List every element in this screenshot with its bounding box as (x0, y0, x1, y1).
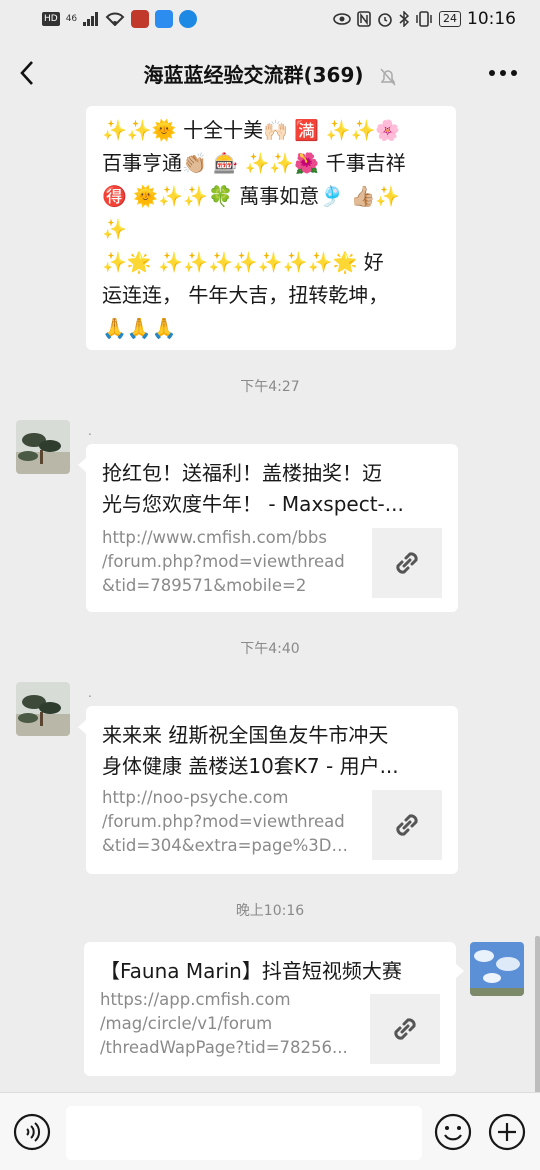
link-url-line: https://app.cmfish.com (100, 990, 291, 1009)
message-timestamp: 晚上10:16 (235, 903, 305, 919)
chat-header: 海蓝蓝经验交流群(369) (0, 40, 540, 106)
message-line: 百事亨通👏🏼 🎰 ✨✨🌺 千事吉祥 (102, 151, 406, 175)
link-title: 抢红包！送福利！盖楼抽奖！迈 光与您欢度牛年！ - Maxspect-... (102, 458, 442, 520)
emoji-icon (434, 1113, 472, 1151)
voice-icon (13, 1113, 51, 1151)
link-thumbnail (370, 994, 440, 1064)
link-card[interactable]: 来来来 纽斯祝全国鱼友牛市冲天 身体健康 盖楼送10套K7 - 用户... ht… (86, 706, 458, 874)
more-functions-button[interactable] (488, 1113, 526, 1151)
message-line: ✨🌟 ✨✨✨✨✨✨✨🌟 好 (102, 250, 384, 274)
avatar-image (16, 420, 70, 474)
link-url-line: /forum.php?mod=viewthread (102, 552, 345, 571)
link-url: http://noo-psyche.com /forum.php?mod=vie… (102, 786, 352, 858)
link-url-line: &tid=789571&mobile=2 (102, 576, 307, 595)
link-title: 【Fauna Marin】抖音短视频大赛 (100, 956, 440, 987)
group-title: 海蓝蓝经验交流群(369) (0, 59, 540, 88)
message-line: 运连连， 牛年大吉，扭转乾坤， (102, 283, 389, 307)
avatar[interactable] (16, 420, 70, 474)
more-horizontal-icon (489, 70, 517, 76)
wifi-icon (105, 12, 125, 26)
app-notification-icon (131, 10, 150, 28)
link-title-line: 抢红包！送福利！盖楼抽奖！迈 (102, 461, 382, 485)
link-thumbnail (372, 790, 442, 860)
app-notification-icon-2 (155, 10, 174, 28)
hd-badge: HD (42, 12, 60, 26)
link-icon (394, 1018, 416, 1040)
avatar-image (16, 682, 70, 736)
bubble-tail (78, 458, 86, 472)
sender-nickname: . (88, 686, 92, 700)
link-icon (396, 552, 418, 574)
scrollbar[interactable] (535, 936, 540, 1092)
bubble-tail (456, 964, 464, 978)
sender-nickname: . (88, 424, 92, 438)
alarm-icon (378, 13, 392, 27)
avatar-image (470, 942, 524, 996)
status-bar: HD 46 24 10:16 (0, 0, 540, 40)
bluetooth-icon (399, 11, 409, 27)
link-title-line: 【Fauna Marin】抖音短视频大赛 (100, 959, 402, 983)
plus-circle-icon (488, 1113, 526, 1151)
link-url: http://www.cmfish.com/bbs /forum.php?mod… (102, 526, 352, 598)
eye-icon (333, 13, 351, 25)
message-timestamp: 下午4:40 (240, 641, 300, 657)
link-title: 来来来 纽斯祝全国鱼友牛市冲天 身体健康 盖楼送10套K7 - 用户... (102, 720, 442, 782)
text-message-bubble[interactable]: ✨✨🌞 十全十美🙌🏻 🈵 ✨✨🌸 百事亨通👏🏼 🎰 ✨✨🌺 千事吉祥 🉐 🌞✨✨… (86, 106, 456, 350)
bubble-tail (78, 720, 86, 734)
link-url-line: http://noo-psyche.com (102, 788, 289, 807)
link-thumbnail (372, 528, 442, 598)
chat-area[interactable]: ✨✨🌞 十全十美🙌🏻 🈵 ✨✨🌸 百事亨通👏🏼 🎰 ✨✨🌺 千事吉祥 🉐 🌞✨✨… (0, 106, 540, 1092)
more-button[interactable] (488, 62, 518, 84)
signal-icon (83, 12, 99, 26)
message-line: ✨✨🌞 十全十美🙌🏻 🈵 ✨✨🌸 (102, 118, 401, 142)
message-line: ✨ (102, 217, 127, 241)
input-bar (0, 1092, 540, 1170)
message-line: 🙏🙏🙏 (102, 316, 177, 340)
avatar[interactable] (16, 682, 70, 736)
link-title-line: 光与您欢度牛年！ - Maxspect-... (102, 492, 404, 516)
status-time: 10:16 (467, 9, 516, 29)
link-url-line: &tid=304&extra=page%3D1... (102, 836, 352, 855)
my-avatar[interactable] (470, 942, 524, 996)
link-card-self[interactable]: 【Fauna Marin】抖音短视频大赛 https://app.cmfish.… (84, 942, 456, 1076)
status-left: HD 46 (42, 10, 198, 28)
network-badge: 46 (65, 14, 78, 24)
battery-indicator: 24 (439, 11, 461, 27)
message-input[interactable] (66, 1106, 422, 1160)
app-notification-icon-3 (179, 10, 198, 28)
status-right: 24 10:16 (333, 9, 516, 29)
nfc-icon (357, 11, 371, 27)
message-line: 🉐 🌞✨✨🍀 萬事如意🎐 👍🏼✨ (102, 184, 401, 208)
emoji-button[interactable] (434, 1113, 472, 1151)
link-url-line: http://www.cmfish.com/bbs (102, 528, 327, 547)
link-url-line: /mag/circle/v1/forum (100, 1014, 273, 1033)
vibrate-icon (416, 11, 432, 27)
group-name: 海蓝蓝经验交流群(369) (143, 63, 364, 87)
link-url: https://app.cmfish.com /mag/circle/v1/fo… (100, 988, 350, 1060)
message-timestamp: 下午4:27 (240, 379, 300, 395)
link-title-line: 身体健康 盖楼送10套K7 - 用户... (102, 754, 399, 778)
link-icon (396, 814, 418, 836)
link-card[interactable]: 抢红包！送福利！盖楼抽奖！迈 光与您欢度牛年！ - Maxspect-... h… (86, 444, 458, 612)
link-title-line: 来来来 纽斯祝全国鱼友牛市冲天 (102, 723, 389, 747)
link-url-line: /forum.php?mod=viewthread (102, 812, 345, 831)
bell-muted-icon (379, 68, 396, 85)
voice-button[interactable] (13, 1113, 51, 1151)
link-url-line: /threadWapPage?tid=78256... (100, 1038, 348, 1057)
